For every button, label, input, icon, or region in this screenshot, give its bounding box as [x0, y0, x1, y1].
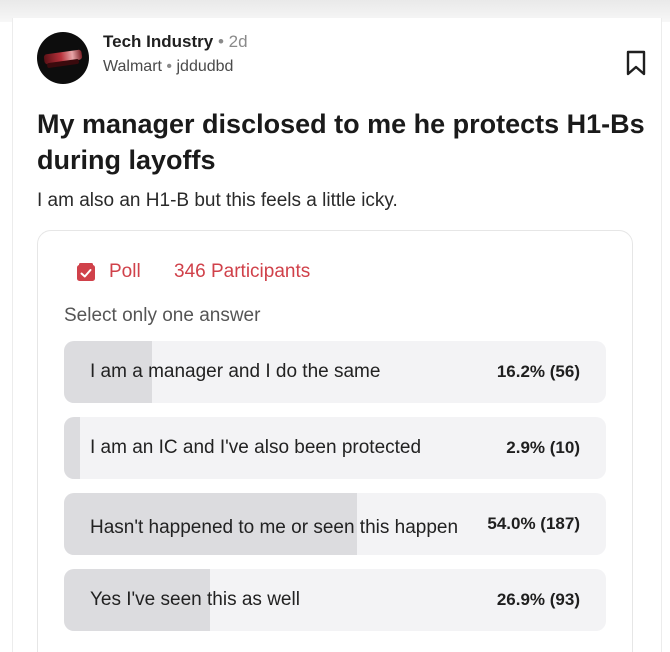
post-body: I am also an H1-B but this feels a littl… [37, 190, 398, 211]
bookmark-icon[interactable] [625, 50, 647, 76]
poll-icon [77, 263, 95, 281]
post-title[interactable]: My manager disclosed to me he protects H… [37, 106, 647, 178]
poll-option-result: 26.9% (93) [496, 590, 580, 609]
post-header: Tech Industry • 2d Walmart • jddudbd [37, 30, 647, 90]
post-meta: Tech Industry • 2d Walmart • jddudbd [103, 32, 248, 76]
poll-option[interactable]: Hasn't happened to me or seen this happe… [64, 493, 606, 555]
poll-option[interactable]: I am an IC and I've also been protected … [64, 417, 606, 479]
poll-option-result: 2.9% (10) [506, 438, 580, 457]
post-age: 2d [228, 32, 248, 51]
meta-separator: • [217, 32, 224, 51]
poll-participants: 346 Participants [174, 261, 311, 282]
poll-option-result: 16.2% (56) [496, 362, 580, 381]
poll-option[interactable]: Yes I've seen this as well 26.9% (93) [64, 569, 606, 631]
poll-option-label: I am an IC and I've also been protected [90, 437, 422, 458]
poll-option-result: 54.0% (187) [487, 514, 580, 533]
community-avatar[interactable] [37, 32, 89, 84]
meta-separator: • [166, 58, 173, 75]
author-name[interactable]: jddudbd [176, 58, 233, 75]
poll-option-label: Yes I've seen this as well [90, 589, 300, 610]
company-name[interactable]: Walmart [103, 58, 162, 75]
meta-line-author: Walmart • jddudbd [103, 58, 248, 76]
poll-option-label: I am a manager and I do the same [90, 361, 381, 382]
poll-option-label: Hasn't happened to me or seen this happe… [90, 517, 459, 538]
poll-hint: Select only one answer [64, 305, 261, 326]
meta-line-community: Tech Industry • 2d [103, 32, 248, 52]
community-name[interactable]: Tech Industry [103, 32, 213, 51]
poll-option-bar [64, 417, 80, 479]
poll-card: Poll 346 Participants Select only one an… [37, 230, 633, 652]
post-card: Tech Industry • 2d Walmart • jddudbd My … [12, 18, 662, 652]
poll-label: Poll [109, 261, 141, 282]
poll-option[interactable]: I am a manager and I do the same 16.2% (… [64, 341, 606, 403]
